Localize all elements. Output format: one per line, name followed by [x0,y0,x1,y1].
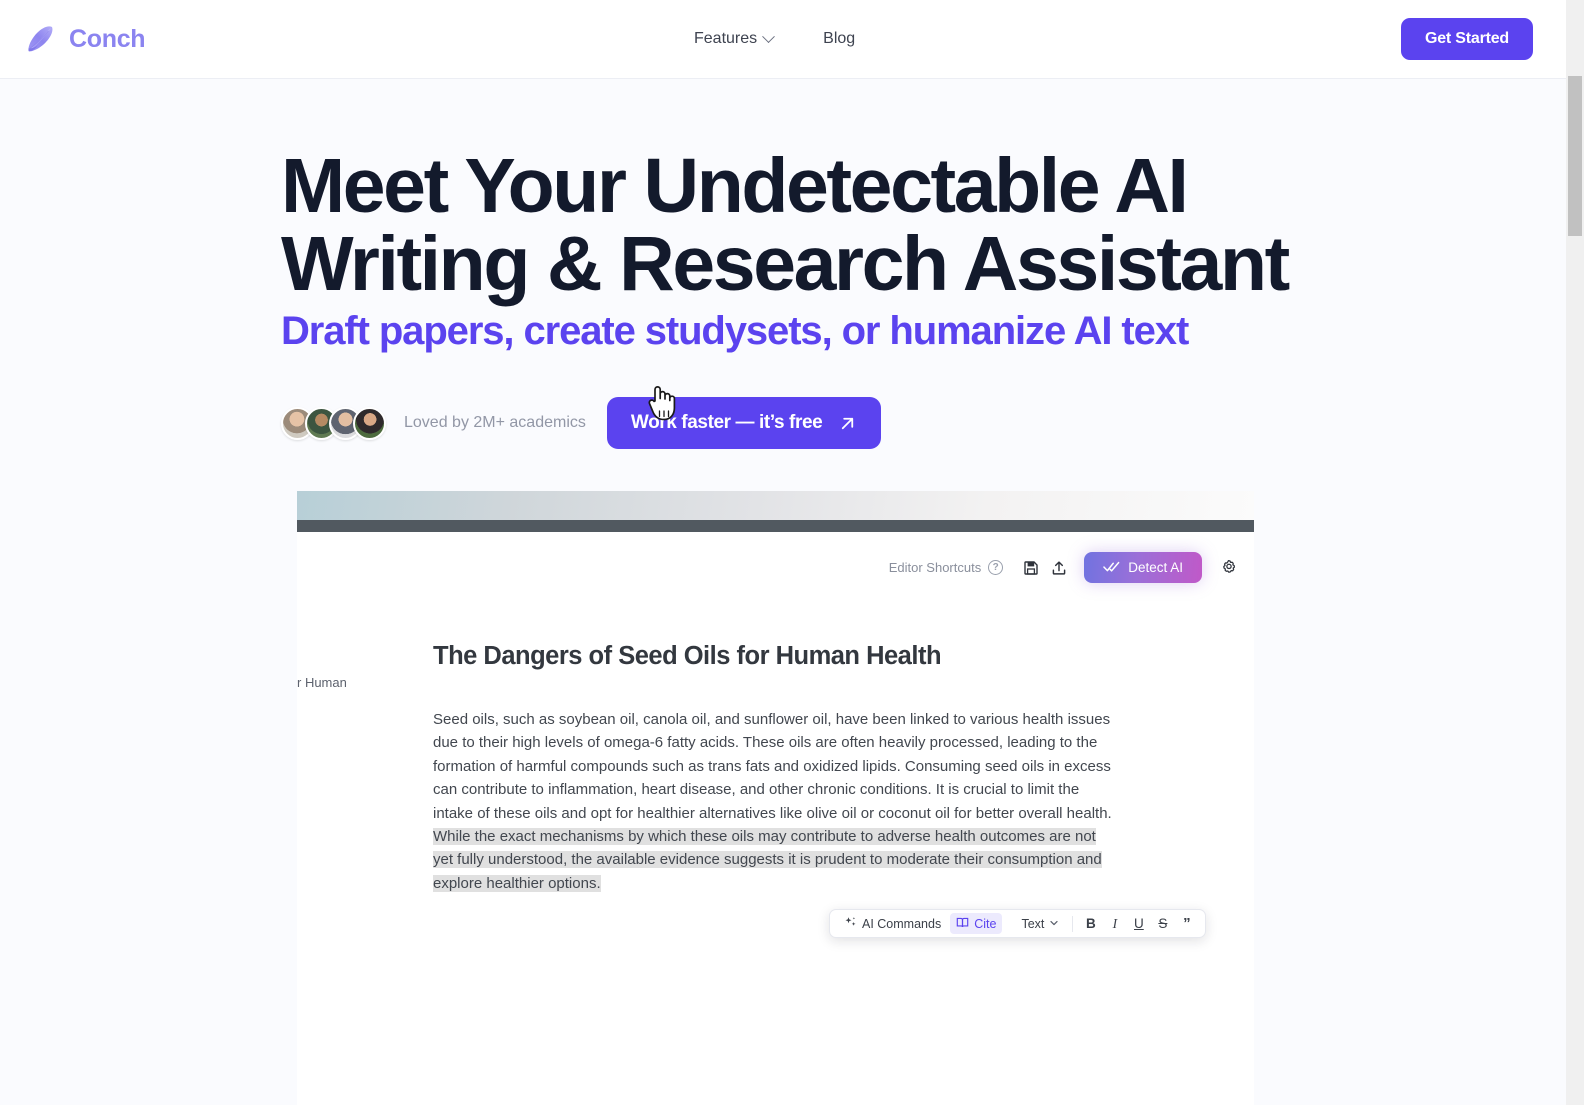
document-title: The Dangers of Seed Oils for Human Healt… [433,642,942,670]
arrow-up-right-icon [838,414,857,433]
open-book-icon [956,916,969,932]
toolbar-divider [1072,915,1074,932]
avatar [353,406,386,440]
avatar-group [281,406,386,440]
work-faster-cta-button[interactable]: Work faster — it’s free [606,397,882,449]
brand-logo[interactable]: Conch [24,22,146,56]
question-circle-icon[interactable]: ? [988,560,1004,575]
chevron-down-icon [1049,917,1059,931]
document-canvas[interactable]: The Dangers of Seed Oils for Human Healt… [433,642,1113,895]
text-style-dropdown[interactable]: Text [1015,913,1065,934]
hero-title-line-2: Writing & Research Assistant [281,221,1290,307]
nav-item-blog[interactable]: Blog [823,30,855,48]
editor-toolbar: Editor Shortcuts ? Detect AI [889,552,1242,583]
cite-label: Cite [974,916,997,931]
browser-chrome-gradient [297,491,1254,520]
hero-title-line-1: Meet Your Undetectable AI [281,143,1189,229]
chevron-down-icon [762,29,776,43]
editor-body: Editor Shortcuts ? Detect AI r Human The… [297,532,1254,1105]
upload-icon[interactable] [1045,554,1073,582]
hero-subtitle: Draft papers, create studysets, or human… [281,309,1189,353]
floating-format-toolbar: AI Commands Cite Text B I U S ” [829,909,1207,938]
conch-shell-icon [24,22,58,56]
detect-ai-label: Detect AI [1128,560,1183,575]
cite-button[interactable]: Cite [950,913,1003,934]
blockquote-button[interactable]: ” [1176,913,1197,934]
paragraph-text-plain: Seed oils, such as soybean oil, canola o… [433,711,1112,822]
sparkles-icon [844,916,857,932]
text-style-label: Text [1021,916,1045,931]
bold-button[interactable]: B [1080,913,1101,934]
brand-name: Conch [69,24,146,53]
save-icon[interactable] [1017,554,1045,582]
paragraph-text-selected: While the exact mechanisms by which thes… [433,828,1102,892]
editor-preview: Editor Shortcuts ? Detect AI r Human The… [297,491,1254,1105]
get-started-button[interactable]: Get Started [1400,18,1533,60]
gear-icon[interactable] [1214,554,1242,582]
underline-button[interactable]: U [1128,913,1149,934]
site-header: Conch Features Blog Get Started [0,0,1566,79]
ai-commands-button[interactable]: AI Commands [838,913,947,934]
italic-button[interactable]: I [1104,913,1125,934]
social-proof-text: Loved by 2M+ academics [404,414,586,431]
sidebar-document-snippet: r Human [297,675,347,690]
nav-features-label: Features [694,30,758,47]
work-faster-cta-label: Work faster — it’s free [630,412,823,433]
detect-ai-button[interactable]: Detect AI [1084,552,1202,583]
page-scrollbar-thumb[interactable] [1568,76,1582,236]
strikethrough-button[interactable]: S [1152,913,1173,934]
double-check-icon [1103,560,1120,576]
document-paragraph: Seed oils, such as soybean oil, canola o… [433,708,1113,895]
main-nav: Features Blog [694,29,855,48]
browser-chrome-bar [297,520,1254,532]
social-proof-row: Loved by 2M+ academics Work faster — it’… [281,397,882,449]
page-title: Meet Your Undetectable AI Writing & Rese… [281,147,1291,303]
ai-commands-label: AI Commands [862,916,942,931]
nav-blog-label: Blog [823,30,856,47]
editor-shortcuts-label: Editor Shortcuts [888,560,982,575]
nav-item-features[interactable]: Features [694,29,776,48]
